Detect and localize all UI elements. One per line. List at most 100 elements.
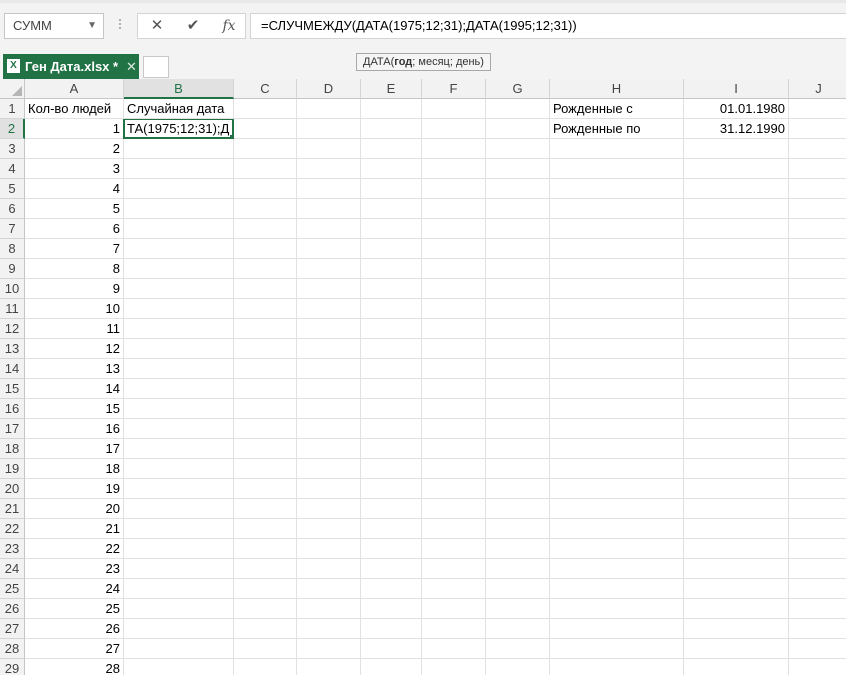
cell-h29[interactable] — [550, 659, 684, 675]
cell-g20[interactable] — [486, 479, 550, 499]
cell-i3[interactable] — [684, 139, 789, 159]
cell-e7[interactable] — [361, 219, 422, 239]
cell-a20[interactable]: 19 — [25, 479, 124, 499]
cell-d12[interactable] — [297, 319, 361, 339]
row-header-22[interactable]: 22 — [0, 519, 25, 539]
row-header-4[interactable]: 4 — [0, 159, 25, 179]
cell-f11[interactable] — [422, 299, 486, 319]
row-header-27[interactable]: 27 — [0, 619, 25, 639]
cell-c12[interactable] — [234, 319, 297, 339]
cell-j17[interactable] — [789, 419, 846, 439]
cell-e1[interactable] — [361, 99, 422, 119]
cell-a6[interactable]: 5 — [25, 199, 124, 219]
column-header-b[interactable]: B — [124, 79, 234, 99]
cell-f4[interactable] — [422, 159, 486, 179]
column-header-d[interactable]: D — [297, 79, 361, 99]
cell-f22[interactable] — [422, 519, 486, 539]
cell-g13[interactable] — [486, 339, 550, 359]
cell-i23[interactable] — [684, 539, 789, 559]
cell-i8[interactable] — [684, 239, 789, 259]
row-header-12[interactable]: 12 — [0, 319, 25, 339]
cell-d6[interactable] — [297, 199, 361, 219]
cell-b8[interactable] — [124, 239, 234, 259]
cell-g2[interactable] — [486, 119, 550, 139]
cell-i14[interactable] — [684, 359, 789, 379]
cell-d15[interactable] — [297, 379, 361, 399]
cell-d14[interactable] — [297, 359, 361, 379]
cell-e18[interactable] — [361, 439, 422, 459]
cell-a2[interactable]: 1 — [25, 119, 124, 139]
cell-h21[interactable] — [550, 499, 684, 519]
cell-g5[interactable] — [486, 179, 550, 199]
cell-a21[interactable]: 20 — [25, 499, 124, 519]
cell-b9[interactable] — [124, 259, 234, 279]
row-header-29[interactable]: 29 — [0, 659, 25, 675]
cell-a18[interactable]: 17 — [25, 439, 124, 459]
cell-h24[interactable] — [550, 559, 684, 579]
cell-e28[interactable] — [361, 639, 422, 659]
cell-b26[interactable] — [124, 599, 234, 619]
cell-b17[interactable] — [124, 419, 234, 439]
cell-j6[interactable] — [789, 199, 846, 219]
cell-c22[interactable] — [234, 519, 297, 539]
cell-g7[interactable] — [486, 219, 550, 239]
close-icon[interactable]: ✕ — [126, 54, 137, 79]
cell-e26[interactable] — [361, 599, 422, 619]
cell-e14[interactable] — [361, 359, 422, 379]
cell-b13[interactable] — [124, 339, 234, 359]
cell-e6[interactable] — [361, 199, 422, 219]
cell-f6[interactable] — [422, 199, 486, 219]
cell-e10[interactable] — [361, 279, 422, 299]
cell-b18[interactable] — [124, 439, 234, 459]
name-box[interactable]: СУММ ▼ — [4, 13, 104, 39]
cell-a15[interactable]: 14 — [25, 379, 124, 399]
cell-f19[interactable] — [422, 459, 486, 479]
cell-a23[interactable]: 22 — [25, 539, 124, 559]
cell-d9[interactable] — [297, 259, 361, 279]
cell-a3[interactable]: 2 — [25, 139, 124, 159]
cell-c24[interactable] — [234, 559, 297, 579]
cell-e12[interactable] — [361, 319, 422, 339]
cell-j20[interactable] — [789, 479, 846, 499]
row-header-19[interactable]: 19 — [0, 459, 25, 479]
cell-g25[interactable] — [486, 579, 550, 599]
cell-g22[interactable] — [486, 519, 550, 539]
cell-h27[interactable] — [550, 619, 684, 639]
cell-f3[interactable] — [422, 139, 486, 159]
cell-i27[interactable] — [684, 619, 789, 639]
cell-c13[interactable] — [234, 339, 297, 359]
cell-d22[interactable] — [297, 519, 361, 539]
cell-c7[interactable] — [234, 219, 297, 239]
cell-h20[interactable] — [550, 479, 684, 499]
cell-a29[interactable]: 28 — [25, 659, 124, 675]
cell-d11[interactable] — [297, 299, 361, 319]
cell-j1[interactable] — [789, 99, 846, 119]
cell-j8[interactable] — [789, 239, 846, 259]
cell-d18[interactable] — [297, 439, 361, 459]
row-header-14[interactable]: 14 — [0, 359, 25, 379]
cell-h26[interactable] — [550, 599, 684, 619]
cell-i6[interactable] — [684, 199, 789, 219]
cell-c14[interactable] — [234, 359, 297, 379]
cell-f5[interactable] — [422, 179, 486, 199]
cell-b14[interactable] — [124, 359, 234, 379]
chevron-down-icon[interactable]: ▼ — [87, 14, 97, 38]
cell-d19[interactable] — [297, 459, 361, 479]
cell-b12[interactable] — [124, 319, 234, 339]
cell-f18[interactable] — [422, 439, 486, 459]
cell-e9[interactable] — [361, 259, 422, 279]
cell-b25[interactable] — [124, 579, 234, 599]
cell-g18[interactable] — [486, 439, 550, 459]
cell-e22[interactable] — [361, 519, 422, 539]
drag-handle-icon[interactable] — [118, 17, 122, 35]
column-header-c[interactable]: C — [234, 79, 297, 99]
cell-j22[interactable] — [789, 519, 846, 539]
cell-h23[interactable] — [550, 539, 684, 559]
cell-i29[interactable] — [684, 659, 789, 675]
cell-j18[interactable] — [789, 439, 846, 459]
cell-a11[interactable]: 10 — [25, 299, 124, 319]
cell-g28[interactable] — [486, 639, 550, 659]
cell-d10[interactable] — [297, 279, 361, 299]
cell-f24[interactable] — [422, 559, 486, 579]
cell-j25[interactable] — [789, 579, 846, 599]
